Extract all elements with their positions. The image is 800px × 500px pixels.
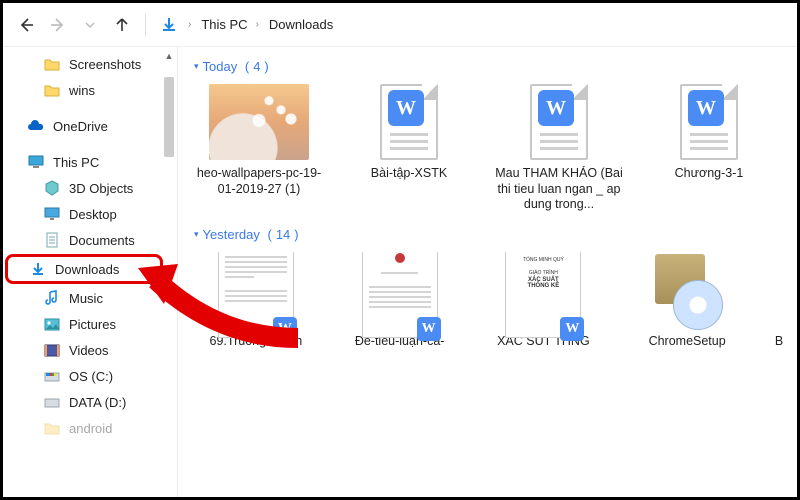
chevron-right-icon: › [188, 19, 191, 30]
group-header-today[interactable]: ▾ Today (4) [194, 59, 789, 74]
body: Screenshots wins OneDrive This PC 3D Obj… [3, 47, 797, 497]
file-item[interactable]: W 69.TruongKhanh [194, 252, 318, 350]
file-item[interactable]: W Chương-3-1 [644, 84, 774, 213]
folder-icon [43, 81, 61, 99]
today-items: heo-wallpapers-pc-19-01-2019-27 (1) W Bà… [194, 84, 789, 213]
file-item[interactable]: W Mau THAM KHẢO (Bai thi tieu luan ngan … [494, 84, 624, 213]
sidebar-item-wins[interactable]: wins [3, 77, 177, 103]
file-list[interactable]: ▾ Today (4) heo-wallpapers-pc-19-01-2019… [178, 47, 797, 497]
disk-icon [43, 367, 61, 385]
this-pc-icon [27, 153, 45, 171]
wps-badge-icon: W [560, 317, 584, 341]
sidebar-item-videos[interactable]: Videos [3, 337, 177, 363]
document-icon: W [659, 84, 759, 160]
wps-badge-icon: W [273, 317, 297, 341]
music-icon [43, 289, 61, 307]
sidebar-item-downloads[interactable]: Downloads [5, 254, 163, 284]
recent-dropdown[interactable] [81, 16, 99, 34]
scroll-up-icon[interactable]: ▲ [164, 51, 174, 61]
sidebar-item-desktop[interactable]: Desktop [3, 201, 177, 227]
collapse-icon: ▾ [194, 229, 199, 240]
navigation-pane[interactable]: Screenshots wins OneDrive This PC 3D Obj… [3, 47, 178, 497]
back-button[interactable] [17, 16, 35, 34]
file-item[interactable]: TỔNG MINH QUÝGIÁO TRÌNHXÁC SUẤTTHỐNG KÊ … [482, 252, 606, 350]
folder-icon [43, 419, 61, 437]
file-item[interactable]: B [769, 252, 789, 350]
videos-icon [43, 341, 61, 359]
sidebar-item-android[interactable]: android [3, 415, 177, 441]
scroll-thumb[interactable] [164, 77, 174, 157]
file-item[interactable]: ChromeSetup [625, 252, 749, 350]
sidebar-item-pictures[interactable]: Pictures [3, 311, 177, 337]
desktop-icon [43, 205, 61, 223]
3d-objects-icon [43, 179, 61, 197]
disk-icon [43, 393, 61, 411]
document-icon: W [359, 84, 459, 160]
file-item[interactable]: heo-wallpapers-pc-19-01-2019-27 (1) [194, 84, 324, 213]
installer-icon [637, 252, 737, 328]
downloads-path-icon [160, 16, 178, 34]
sidebar-item-os-c[interactable]: OS (C:) [3, 363, 177, 389]
pictures-icon [43, 315, 61, 333]
file-item[interactable]: W Bài-tập-XSTK [344, 84, 474, 213]
group-header-yesterday[interactable]: ▾ Yesterday (14) [194, 227, 789, 242]
sidebar-item-3dobjects[interactable]: 3D Objects [3, 175, 177, 201]
up-button[interactable] [113, 16, 131, 34]
address-bar[interactable]: › This PC› Downloads [160, 16, 333, 34]
sidebar-item-onedrive[interactable]: OneDrive [3, 113, 177, 139]
onedrive-icon [27, 117, 45, 135]
explorer-window: › This PC› Downloads Screenshots wins On… [0, 0, 800, 500]
breadcrumb-thispc[interactable]: This PC› [201, 17, 259, 32]
file-item[interactable]: W Đề-tiểu-luận-cá- [338, 252, 462, 350]
document-preview: W [206, 252, 306, 328]
document-preview: TỔNG MINH QUÝGIÁO TRÌNHXÁC SUẤTTHỐNG KÊ … [493, 252, 593, 328]
sidebar-item-documents[interactable]: Documents [3, 227, 177, 253]
documents-icon [43, 231, 61, 249]
document-icon: W [509, 84, 609, 160]
downloads-icon [29, 260, 47, 278]
image-thumbnail [209, 84, 309, 160]
sidebar-item-thispc[interactable]: This PC [3, 149, 177, 175]
collapse-icon: ▾ [194, 61, 199, 72]
sidebar-scrollbar[interactable]: ▲ [161, 47, 177, 497]
sidebar-item-screenshots[interactable]: Screenshots [3, 51, 177, 77]
toolbar: › This PC› Downloads [3, 3, 797, 47]
breadcrumb-downloads[interactable]: Downloads [269, 17, 333, 32]
sidebar-item-music[interactable]: Music [3, 285, 177, 311]
toolbar-divider [145, 14, 146, 36]
forward-button[interactable] [49, 16, 67, 34]
document-preview: W [350, 252, 450, 328]
folder-icon [43, 55, 61, 73]
sidebar-item-data-d[interactable]: DATA (D:) [3, 389, 177, 415]
yesterday-items: W 69.TruongKhanh W [194, 252, 789, 350]
wps-badge-icon: W [417, 317, 441, 341]
document-preview [769, 252, 789, 328]
